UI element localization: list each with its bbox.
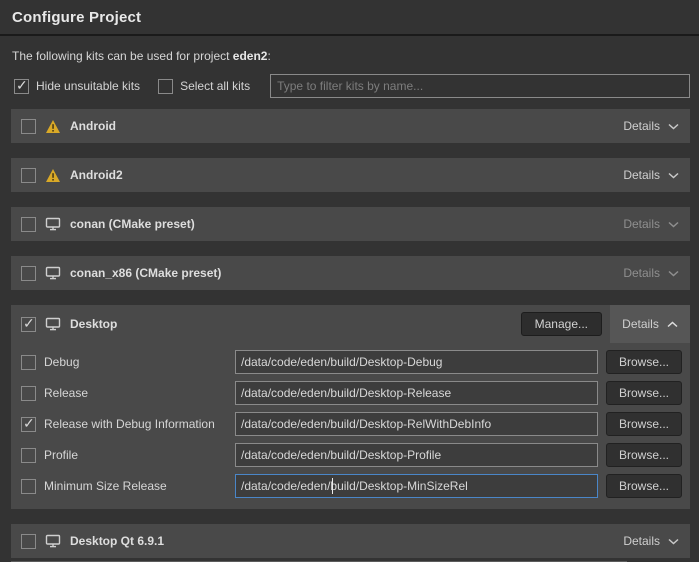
details-label: Details bbox=[623, 168, 660, 182]
browse-button[interactable]: Browse... bbox=[606, 381, 682, 405]
kit-checkbox[interactable] bbox=[21, 266, 36, 281]
chevron-down-icon bbox=[668, 266, 679, 280]
monitor-icon bbox=[45, 217, 61, 231]
warning-icon bbox=[45, 119, 61, 134]
build-dir-input[interactable] bbox=[235, 381, 598, 405]
details-toggle[interactable]: Details bbox=[612, 158, 690, 192]
kit-checkbox[interactable] bbox=[21, 119, 36, 134]
build-config-label[interactable]: Release with Debug Information bbox=[44, 417, 215, 431]
browse-button[interactable]: Browse... bbox=[606, 474, 682, 498]
chevron-down-icon bbox=[668, 168, 679, 182]
hide-unsuitable-group: Hide unsuitable kits bbox=[14, 79, 140, 94]
build-config-checkbox[interactable] bbox=[21, 448, 36, 463]
kit-row-desktop-qt: Desktop Qt 6.9.1 Details bbox=[11, 524, 690, 558]
chevron-down-icon bbox=[668, 119, 679, 133]
build-config-row: Release Browse... bbox=[21, 381, 682, 405]
browse-button[interactable]: Browse... bbox=[606, 443, 682, 467]
build-dir-input[interactable] bbox=[235, 474, 598, 498]
kit-row-android: Android Details bbox=[11, 109, 690, 143]
browse-button[interactable]: Browse... bbox=[606, 350, 682, 374]
kits-intro-text: The following kits can be used for proje… bbox=[12, 49, 687, 63]
build-dir-input[interactable] bbox=[235, 443, 598, 467]
build-config-label[interactable]: Debug bbox=[44, 355, 79, 369]
build-config-label[interactable]: Profile bbox=[44, 448, 78, 462]
kit-name: conan_x86 (CMake preset) bbox=[70, 266, 221, 280]
page-title: Configure Project bbox=[12, 9, 687, 26]
build-config-row: Profile Browse... bbox=[21, 443, 682, 467]
kit-row-conan-x86: conan_x86 (CMake preset) Details bbox=[11, 256, 690, 290]
details-toggle[interactable]: Details bbox=[610, 305, 690, 343]
kit-name: Android bbox=[70, 119, 116, 133]
kit-name: Android2 bbox=[70, 168, 123, 182]
kit-row-desktop: Desktop Manage... Details bbox=[11, 305, 690, 343]
kit-filter-input[interactable] bbox=[270, 74, 690, 98]
build-config-label[interactable]: Release bbox=[44, 386, 88, 400]
details-label: Details bbox=[623, 534, 660, 548]
build-config-row: Debug Browse... bbox=[21, 350, 682, 374]
chevron-down-icon bbox=[668, 217, 679, 231]
details-toggle: Details bbox=[612, 207, 690, 241]
hide-unsuitable-label[interactable]: Hide unsuitable kits bbox=[36, 79, 140, 93]
kit-name: Desktop bbox=[70, 317, 117, 331]
kit-row-conan: conan (CMake preset) Details bbox=[11, 207, 690, 241]
kit-checkbox[interactable] bbox=[21, 168, 36, 183]
build-dir-input[interactable] bbox=[235, 350, 598, 374]
manage-button[interactable]: Manage... bbox=[521, 312, 602, 336]
hide-unsuitable-checkbox[interactable] bbox=[14, 79, 29, 94]
project-name: eden2 bbox=[233, 49, 268, 63]
monitor-icon bbox=[45, 534, 61, 548]
filter-toolbar: Hide unsuitable kits Select all kits bbox=[14, 74, 690, 98]
details-label: Details bbox=[623, 266, 660, 280]
monitor-icon bbox=[45, 317, 61, 331]
select-all-group: Select all kits bbox=[158, 79, 250, 94]
kit-list: Android Details Android2 Details conan (… bbox=[11, 109, 690, 558]
kit-row-android2: Android2 Details bbox=[11, 158, 690, 192]
select-all-label[interactable]: Select all kits bbox=[180, 79, 250, 93]
details-toggle[interactable]: Details bbox=[612, 109, 690, 143]
build-config-row: Release with Debug Information Browse... bbox=[21, 412, 682, 436]
chevron-down-icon bbox=[668, 534, 679, 548]
build-config-label[interactable]: Minimum Size Release bbox=[44, 479, 167, 493]
text-caret bbox=[332, 478, 333, 494]
details-label: Details bbox=[623, 217, 660, 231]
kit-checkbox[interactable] bbox=[21, 534, 36, 549]
kit-panel-desktop: Desktop Manage... Details Debug Browse..… bbox=[11, 305, 690, 509]
kit-name: conan (CMake preset) bbox=[70, 217, 195, 231]
kit-name: Desktop Qt 6.9.1 bbox=[70, 534, 164, 548]
monitor-icon bbox=[45, 266, 61, 280]
browse-button[interactable]: Browse... bbox=[606, 412, 682, 436]
details-toggle[interactable]: Details bbox=[612, 524, 690, 558]
build-config-checkbox[interactable] bbox=[21, 479, 36, 494]
build-config-checkbox[interactable] bbox=[21, 417, 36, 432]
details-label: Details bbox=[622, 317, 659, 331]
details-toggle: Details bbox=[612, 256, 690, 290]
build-config-checkbox[interactable] bbox=[21, 386, 36, 401]
chevron-up-icon bbox=[667, 317, 678, 331]
build-dir-input[interactable] bbox=[235, 412, 598, 436]
kit-checkbox[interactable] bbox=[21, 317, 36, 332]
kit-checkbox[interactable] bbox=[21, 217, 36, 232]
warning-icon bbox=[45, 168, 61, 183]
select-all-checkbox[interactable] bbox=[158, 79, 173, 94]
window-header: Configure Project bbox=[0, 0, 699, 36]
build-config-checkbox[interactable] bbox=[21, 355, 36, 370]
build-config-row: Minimum Size Release Browse... bbox=[21, 474, 682, 498]
details-label: Details bbox=[623, 119, 660, 133]
